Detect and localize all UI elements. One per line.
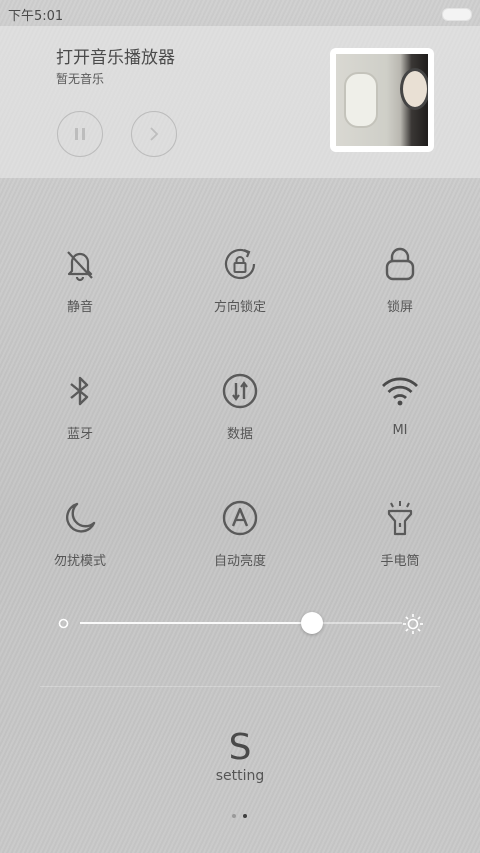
status-time: 下午5:01 — [8, 9, 64, 24]
brightness-fill — [80, 622, 312, 624]
toggle-label: MI — [392, 423, 408, 438]
brightness-low-icon — [58, 618, 69, 629]
toggle-label: 手电筒 — [380, 554, 420, 569]
toggle-wifi[interactable]: MI — [320, 371, 480, 438]
battery-icon — [442, 8, 472, 21]
music-subtitle: 暂无音乐 — [56, 72, 105, 86]
lock-icon — [385, 247, 415, 281]
toggle-data[interactable]: 数据 — [160, 371, 320, 442]
album-art[interactable] — [330, 48, 434, 152]
bluetooth-icon — [70, 376, 89, 406]
divider — [40, 686, 440, 687]
toggle-label: 蓝牙 — [66, 427, 93, 442]
pause-button[interactable] — [57, 111, 103, 157]
next-icon — [150, 127, 159, 141]
toggle-mute[interactable]: 静音 — [0, 244, 160, 315]
toggle-do-not-disturb[interactable]: 勿扰模式 — [0, 498, 160, 569]
toggle-label: 自动亮度 — [213, 554, 266, 569]
brightness-thumb[interactable] — [300, 612, 323, 634]
setting-label: setting — [215, 768, 265, 784]
auto-brightness-icon — [222, 500, 258, 536]
toggle-lock-screen[interactable]: 锁屏 — [320, 244, 480, 315]
music-title[interactable]: 打开音乐播放器 — [56, 43, 175, 68]
toggle-label: 锁屏 — [386, 300, 413, 315]
toggle-label: 勿扰模式 — [53, 554, 106, 569]
page-dot-active — [243, 814, 247, 818]
sun-icon — [403, 614, 423, 634]
next-button[interactable] — [131, 111, 177, 157]
music-panel[interactable]: 打开音乐播放器 暂无音乐 — [0, 26, 480, 178]
data-icon — [222, 373, 258, 409]
toggle-bluetooth[interactable]: 蓝牙 — [0, 371, 160, 442]
toggle-flashlight[interactable]: 手电筒 — [320, 498, 480, 569]
rotation-lock-icon — [224, 248, 256, 280]
toggle-label: 方向锁定 — [213, 300, 266, 315]
flashlight-icon — [387, 501, 413, 536]
pause-icon — [75, 128, 85, 140]
page-indicator — [230, 812, 252, 820]
wifi-icon — [382, 377, 418, 406]
toggle-rotation-lock[interactable]: 方向锁定 — [160, 244, 320, 315]
toggle-label: 数据 — [226, 427, 253, 442]
toggle-auto-brightness[interactable]: 自动亮度 — [160, 498, 320, 569]
brightness-slider[interactable] — [58, 612, 426, 636]
status-bar: 下午5:01 — [0, 0, 480, 26]
toggle-label: 静音 — [66, 300, 93, 315]
moon-icon — [66, 502, 96, 533]
bell-off-icon — [67, 251, 93, 282]
setting-glyph: S — [228, 727, 252, 768]
page-dot — [232, 814, 236, 818]
setting-button[interactable]: S setting — [190, 727, 290, 785]
album-photo — [336, 54, 428, 146]
